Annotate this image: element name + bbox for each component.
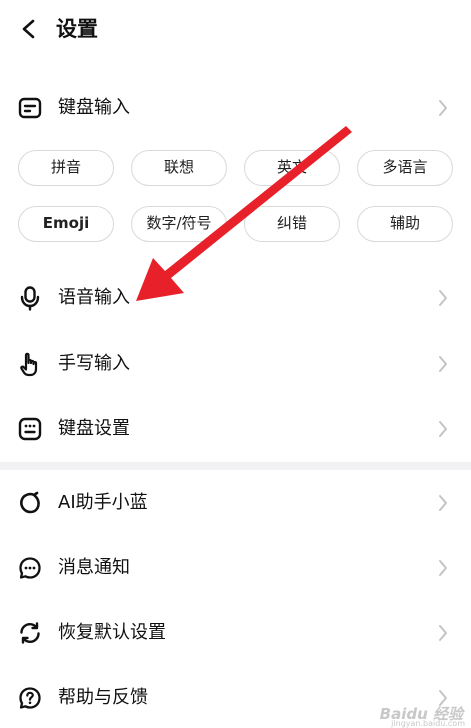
chevron-right-icon [439,495,447,511]
chip-pinyin[interactable]: 拼音 [18,150,114,186]
chip-english[interactable]: 英文 [244,150,340,186]
chip-multilanguage[interactable]: 多语言 [357,150,453,186]
keyboard-grid-icon [18,417,42,441]
settings-row-reset[interactable]: 恢复默认设置 [0,605,471,661]
chevron-right-icon [439,100,447,116]
settings-row-label: 恢复默认设置 [58,622,166,643]
settings-row-notifications[interactable]: 消息通知 [0,540,471,596]
section-divider [0,462,471,470]
ai-ring-icon [20,491,40,514]
hand-pointer-icon [20,352,38,377]
chip-assist[interactable]: 辅助 [357,206,453,242]
chip-lianxiang[interactable]: 联想 [131,150,227,186]
chevron-right-icon [439,421,447,437]
settings-row-handwriting[interactable]: 手写输入 [0,336,471,392]
chevron-right-icon [439,560,447,576]
settings-row-label: 消息通知 [58,557,130,578]
message-dots-icon [19,557,41,579]
chevron-right-icon [439,625,447,641]
settings-row-label: 语音输入 [58,287,130,308]
watermark-url: jingyan.baidu.com [391,719,465,728]
settings-row-label: 键盘设置 [58,418,130,439]
settings-row-label: AI助手小蓝 [58,492,148,513]
chevron-right-icon [439,356,447,372]
settings-row-keyboard-settings[interactable]: 键盘设置 [0,401,471,457]
chip-correction[interactable]: 纠错 [244,206,340,242]
reset-icon [20,622,40,644]
header: 设置 [0,0,471,60]
chip-number-symbol[interactable]: 数字/符号 [131,206,227,242]
settings-row-label: 键盘输入 [58,97,130,118]
microphone-icon [20,286,40,311]
chip-emoji[interactable]: Emoji [18,206,114,242]
keyboard-card-icon [18,97,42,119]
settings-row-label: 手写输入 [58,353,130,374]
settings-row-label: 帮助与反馈 [58,687,148,708]
help-icon [19,687,41,709]
chevron-right-icon [439,290,447,306]
page-title: 设置 [56,17,98,41]
chevron-left-icon[interactable] [18,18,40,40]
settings-row-ai-assistant[interactable]: AI助手小蓝 [0,475,471,531]
settings-row-keyboard-input[interactable]: 键盘输入 [0,80,471,136]
settings-row-voice-input[interactable]: 语音输入 [0,270,471,326]
